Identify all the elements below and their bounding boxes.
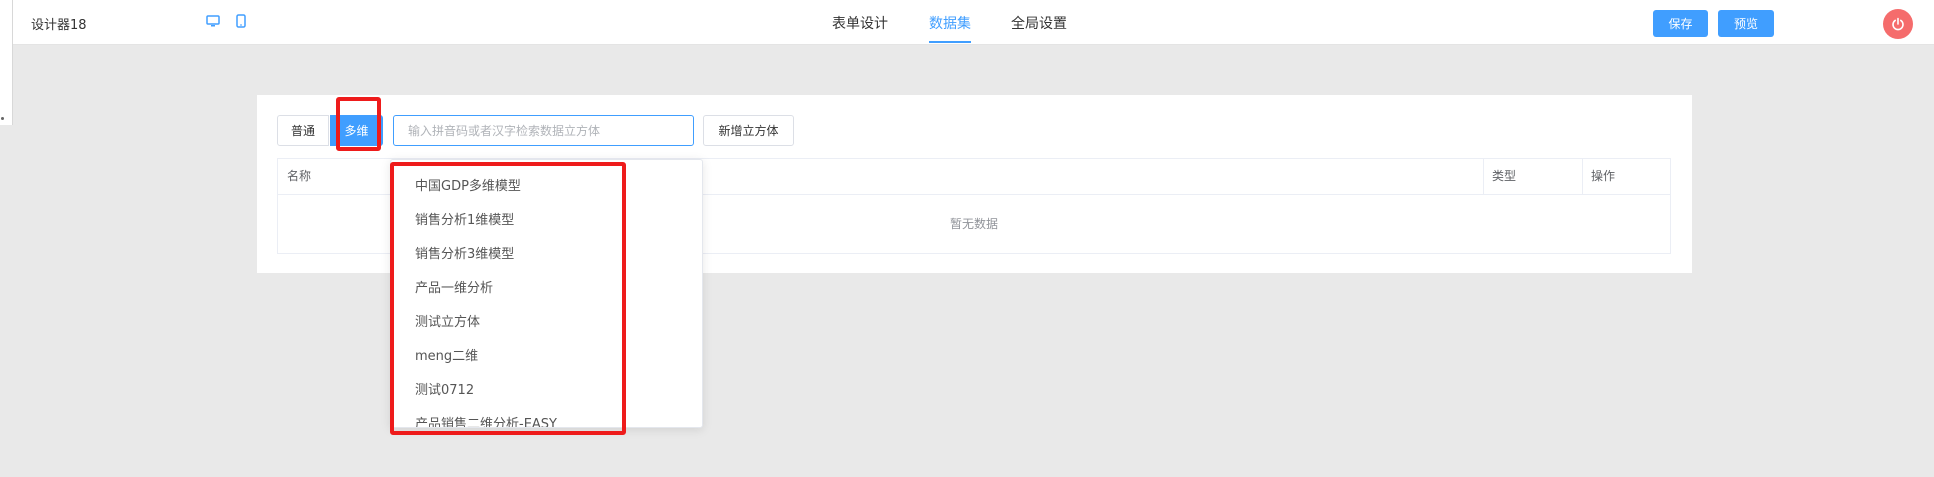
preview-button[interactable]: 预览 xyxy=(1718,10,1774,37)
save-button[interactable]: 保存 xyxy=(1653,10,1708,37)
tab-global-settings[interactable]: 全局设置 xyxy=(1011,13,1067,41)
tab-dataset[interactable]: 数据集 xyxy=(929,13,971,43)
mode-multidim-button[interactable]: 多维 xyxy=(330,115,383,146)
dropdown-option[interactable]: 产品销售二维分析-EASY xyxy=(415,413,557,427)
top-bar: 设计器18 表单设计 数据集 全局设置 保存 预览 xyxy=(13,0,1934,45)
add-cube-button[interactable]: 新增立方体 xyxy=(703,115,794,146)
cube-dropdown: 中国GDP多维模型 销售分析1维模型 销售分析3维模型 产品一维分析 测试立方体… xyxy=(390,159,703,428)
desktop-icon[interactable] xyxy=(206,14,220,28)
dropdown-option[interactable]: 销售分析1维模型 xyxy=(415,209,514,228)
column-header-name: 名称 xyxy=(287,169,312,183)
column-header-actions: 操作 xyxy=(1591,169,1616,183)
dropdown-option[interactable]: meng二维 xyxy=(415,345,478,364)
mode-normal-button[interactable]: 普通 xyxy=(277,115,329,146)
left-edge-strip xyxy=(0,0,13,125)
tab-form-design[interactable]: 表单设计 xyxy=(832,13,888,41)
app-title: 设计器18 xyxy=(31,18,87,33)
column-header-type: 类型 xyxy=(1492,169,1517,183)
dropdown-option[interactable]: 测试0712 xyxy=(415,379,474,398)
dropdown-option[interactable]: 测试立方体 xyxy=(415,311,480,330)
power-icon xyxy=(1892,17,1904,31)
dropdown-option[interactable]: 产品一维分析 xyxy=(415,277,493,296)
cube-search-input[interactable] xyxy=(393,115,694,146)
mobile-icon[interactable] xyxy=(234,14,248,28)
power-button[interactable] xyxy=(1883,9,1913,39)
dropdown-option[interactable]: 销售分析3维模型 xyxy=(415,243,514,262)
dropdown-option[interactable]: 中国GDP多维模型 xyxy=(415,175,521,194)
edge-dot xyxy=(1,117,4,120)
